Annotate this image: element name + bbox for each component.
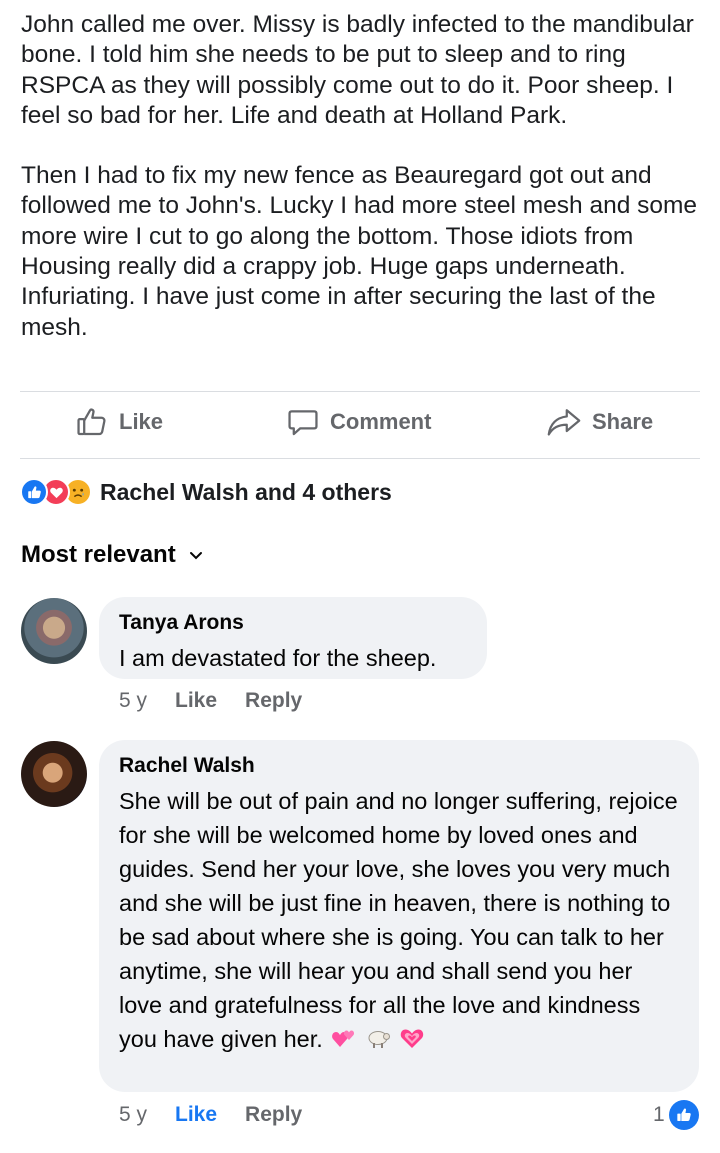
sort-label: Most relevant xyxy=(21,541,176,568)
comment-meta: 5 y Like Reply xyxy=(119,1103,302,1127)
like-label: Like xyxy=(119,409,164,434)
comment-timestamp[interactable]: 5 y xyxy=(119,689,147,713)
share-label: Share xyxy=(592,409,654,434)
comment-like-button[interactable]: Like xyxy=(175,1103,217,1127)
like-reaction-icon xyxy=(20,478,48,506)
two-hearts-icon xyxy=(331,1030,354,1047)
post-paragraph: John called me over. Missy is badly infe… xyxy=(21,11,694,129)
comment-bubble: Rachel Walsh She will be out of pain and… xyxy=(99,740,699,1092)
divider xyxy=(20,391,700,392)
avatar[interactable] xyxy=(21,741,87,807)
comment-sort-dropdown[interactable]: Most relevant xyxy=(21,541,204,569)
post-actions: Like Comment Share xyxy=(0,405,720,445)
comment-reply-button[interactable]: Reply xyxy=(245,689,302,713)
comment-like-count[interactable]: 1 xyxy=(653,1100,699,1130)
like-count-value: 1 xyxy=(653,1103,665,1126)
comment-meta: 5 y Like Reply xyxy=(119,689,302,713)
comment-author[interactable]: Rachel Walsh xyxy=(119,752,679,780)
reaction-icons xyxy=(20,478,92,506)
comment-label: Comment xyxy=(330,409,432,434)
sheep-icon xyxy=(368,1031,390,1048)
share-icon xyxy=(546,405,582,439)
comment-like-button[interactable]: Like xyxy=(175,689,217,713)
post-body: John called me over. Missy is badly infe… xyxy=(21,10,711,343)
comment-text: She will be out of pain and no longer su… xyxy=(119,784,679,1056)
comment-button[interactable]: Comment xyxy=(286,405,431,439)
comment-bubble: Tanya Arons I am devastated for the shee… xyxy=(99,597,487,679)
comment-reply-button[interactable]: Reply xyxy=(245,1103,302,1127)
avatar[interactable] xyxy=(21,598,87,664)
comment-icon xyxy=(286,405,320,439)
reactions-summary[interactable]: Rachel Walsh and 4 others xyxy=(20,478,392,506)
thumbs-up-icon xyxy=(75,405,109,439)
like-button[interactable]: Like xyxy=(75,405,163,439)
comment-text: I am devastated for the sheep. xyxy=(119,645,437,671)
reaction-summary-text: Rachel Walsh and 4 others xyxy=(100,478,392,505)
growing-heart-icon xyxy=(400,1029,424,1048)
comment-author[interactable]: Tanya Arons xyxy=(119,609,467,637)
post-paragraph: Then I had to fix my new fence as Beaure… xyxy=(21,162,698,341)
share-button[interactable]: Share xyxy=(546,405,653,439)
chevron-down-icon xyxy=(188,541,204,569)
like-reaction-icon xyxy=(668,1100,699,1130)
comment-text-body: She will be out of pain and no longer su… xyxy=(119,788,678,1052)
divider xyxy=(20,458,700,459)
comment-timestamp[interactable]: 5 y xyxy=(119,1103,147,1127)
